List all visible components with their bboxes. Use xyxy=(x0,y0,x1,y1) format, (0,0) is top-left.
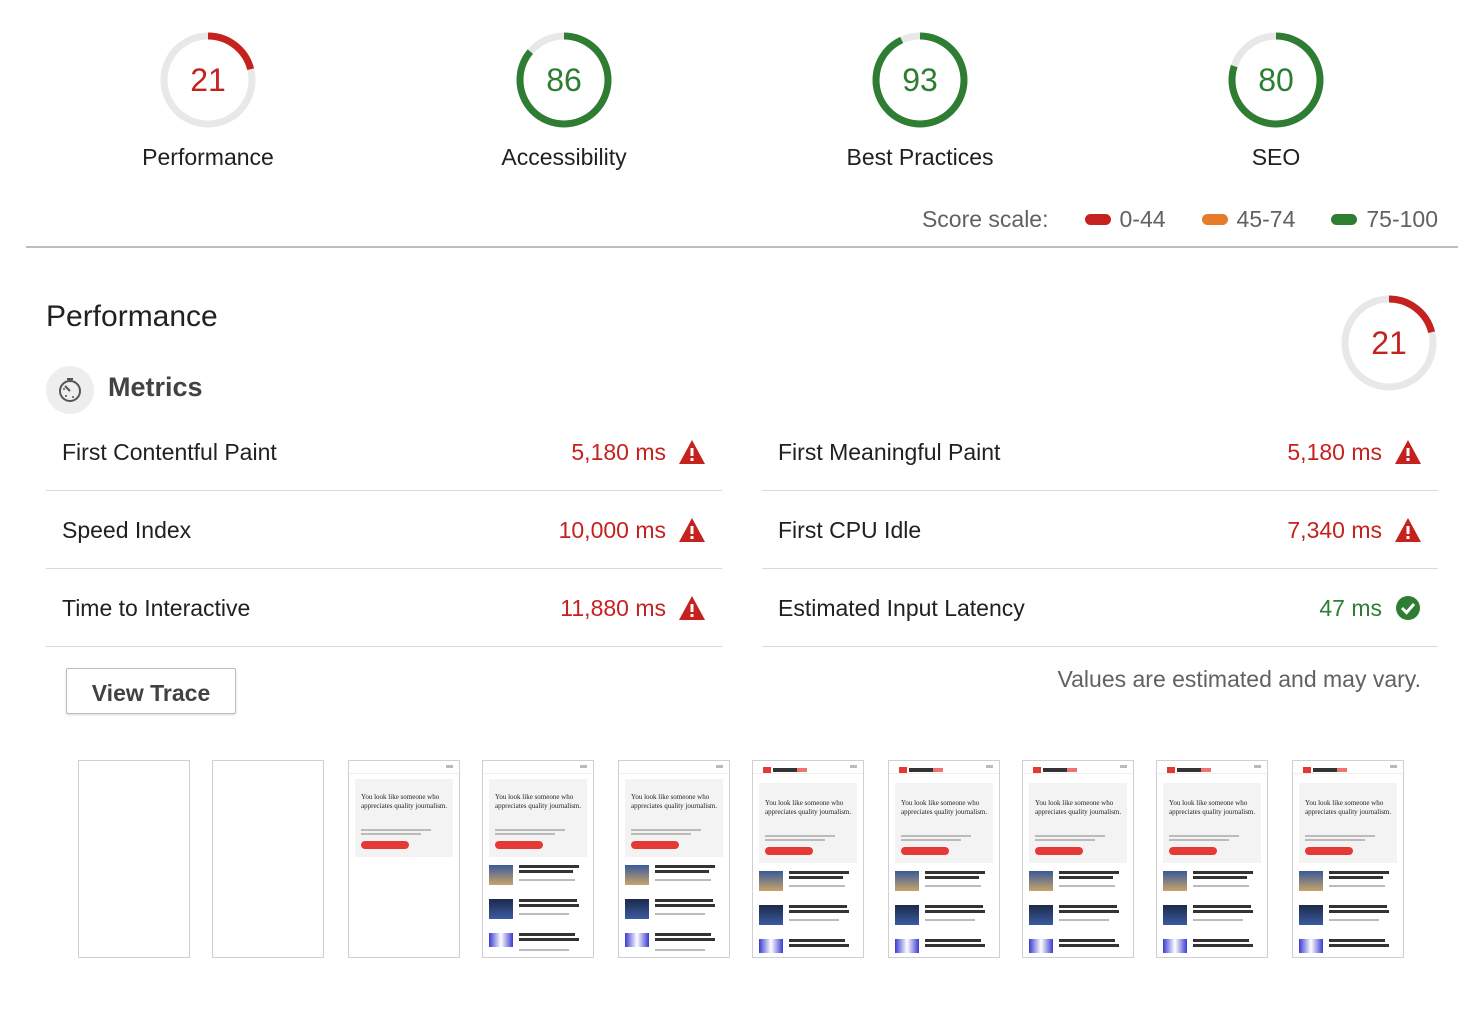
frame-headline: You look like someone who appreciates qu… xyxy=(765,799,852,816)
frame-headline: You look like someone who appreciates qu… xyxy=(361,793,448,810)
frame-headline: You look like someone who appreciates qu… xyxy=(1035,799,1122,816)
accessibility-label: Accessibility xyxy=(501,144,627,170)
filmstrip-frame xyxy=(78,760,190,958)
best-practices-gauge[interactable]: 93 xyxy=(872,32,968,128)
metric-first-meaningful-paint: First Meaningful Paint 5,180 ms xyxy=(762,414,1438,491)
performance-score: 21 xyxy=(190,62,226,98)
filmstrip-frame: You look like someone who appreciates qu… xyxy=(482,760,594,958)
accessibility-score: 86 xyxy=(546,62,582,98)
warning-icon xyxy=(679,596,705,620)
metric-name: Estimated Input Latency xyxy=(778,594,1025,621)
metric-value: 10,000 ms xyxy=(558,516,666,543)
seo-score: 80 xyxy=(1258,62,1294,98)
view-trace-button[interactable]: View Trace xyxy=(66,668,236,714)
metrics-heading: Metrics xyxy=(108,372,203,402)
techinasia-logo xyxy=(1033,767,1079,773)
performance-section-score: 21 xyxy=(1371,325,1407,361)
score-scale-legend: Score scale: 0-44 45-74 75-100 xyxy=(922,206,1438,233)
techinasia-logo xyxy=(1303,767,1349,773)
metric-estimated-input-latency: Estimated Input Latency 47 ms xyxy=(762,570,1438,647)
metric-value: 5,180 ms xyxy=(1287,438,1382,465)
filmstrip-frame: You look like someone who appreciates qu… xyxy=(888,760,1000,958)
metric-first-contentful-paint: First Contentful Paint 5,180 ms xyxy=(46,414,722,491)
techinasia-logo xyxy=(763,767,809,773)
frame-headline: You look like someone who appreciates qu… xyxy=(495,793,582,810)
metric-speed-index: Speed Index 10,000 ms xyxy=(46,492,722,569)
warning-icon xyxy=(679,518,705,542)
metric-name: First Meaningful Paint xyxy=(778,438,1001,465)
warning-icon xyxy=(1395,440,1421,464)
metric-name: Speed Index xyxy=(62,516,192,543)
check-circle-icon xyxy=(1396,596,1420,620)
metric-value: 7,340 ms xyxy=(1287,516,1382,543)
fail-pill-icon xyxy=(1084,214,1111,225)
filmstrip-frame: You look like someone who appreciates qu… xyxy=(618,760,730,958)
filmstrip-frame: You look like someone who appreciates qu… xyxy=(348,760,460,958)
performance-label: Performance xyxy=(142,144,274,170)
best-practices-score: 93 xyxy=(902,62,938,98)
filmstrip-frame: You look like someone who appreciates qu… xyxy=(752,760,864,958)
best-practices-label: Best Practices xyxy=(846,144,994,170)
score-scale-label: Score scale: xyxy=(921,206,1049,232)
frame-headline: You look like someone who appreciates qu… xyxy=(901,799,988,816)
scale-average-label: 45-74 xyxy=(1236,206,1296,232)
metric-name: Time to Interactive xyxy=(62,594,251,621)
filmstrip-frame xyxy=(212,760,324,958)
average-pill-icon xyxy=(1201,214,1228,225)
performance-gauge[interactable]: 21 xyxy=(160,32,256,128)
accessibility-gauge[interactable]: 86 xyxy=(516,32,612,128)
scale-fail: 0-44 xyxy=(1084,206,1166,233)
filmstrip-frame: You look like someone who appreciates qu… xyxy=(1156,760,1268,958)
seo-label: SEO xyxy=(1251,144,1301,170)
estimate-note: Values are estimated and may vary. xyxy=(1057,666,1422,692)
performance-section-gauge: 21 xyxy=(1341,295,1437,391)
filmstrip-frame: You look like someone who appreciates qu… xyxy=(1022,760,1134,958)
frame-headline: You look like someone who appreciates qu… xyxy=(631,793,718,810)
scale-pass-label: 75-100 xyxy=(1366,206,1438,232)
techinasia-logo xyxy=(1167,767,1213,773)
metric-time-to-interactive: Time to Interactive 11,880 ms xyxy=(46,570,722,647)
pass-pill-icon xyxy=(1331,214,1358,225)
metric-name: First Contentful Paint xyxy=(62,438,277,465)
warning-icon xyxy=(679,440,705,464)
frame-headline: You look like someone who appreciates qu… xyxy=(1169,799,1256,816)
header-divider xyxy=(26,246,1458,248)
metric-name: First CPU Idle xyxy=(778,516,922,543)
warning-icon xyxy=(1395,518,1421,542)
scale-fail-label: 0-44 xyxy=(1119,206,1166,232)
metric-value: 47 ms xyxy=(1319,594,1382,621)
frame-headline: You look like someone who appreciates qu… xyxy=(1305,799,1392,816)
metric-value: 11,880 ms xyxy=(560,594,666,621)
metric-value: 5,180 ms xyxy=(571,438,666,465)
filmstrip-frame: You look like someone who appreciates qu… xyxy=(1292,760,1404,958)
metric-first-cpu-idle: First CPU Idle 7,340 ms xyxy=(762,492,1438,569)
techinasia-logo xyxy=(899,767,945,773)
seo-gauge[interactable]: 80 xyxy=(1228,32,1324,128)
performance-section-title: Performance xyxy=(46,300,218,333)
scale-average: 45-74 xyxy=(1201,206,1296,233)
scale-pass: 75-100 xyxy=(1331,206,1438,233)
stopwatch-icon xyxy=(46,366,94,414)
